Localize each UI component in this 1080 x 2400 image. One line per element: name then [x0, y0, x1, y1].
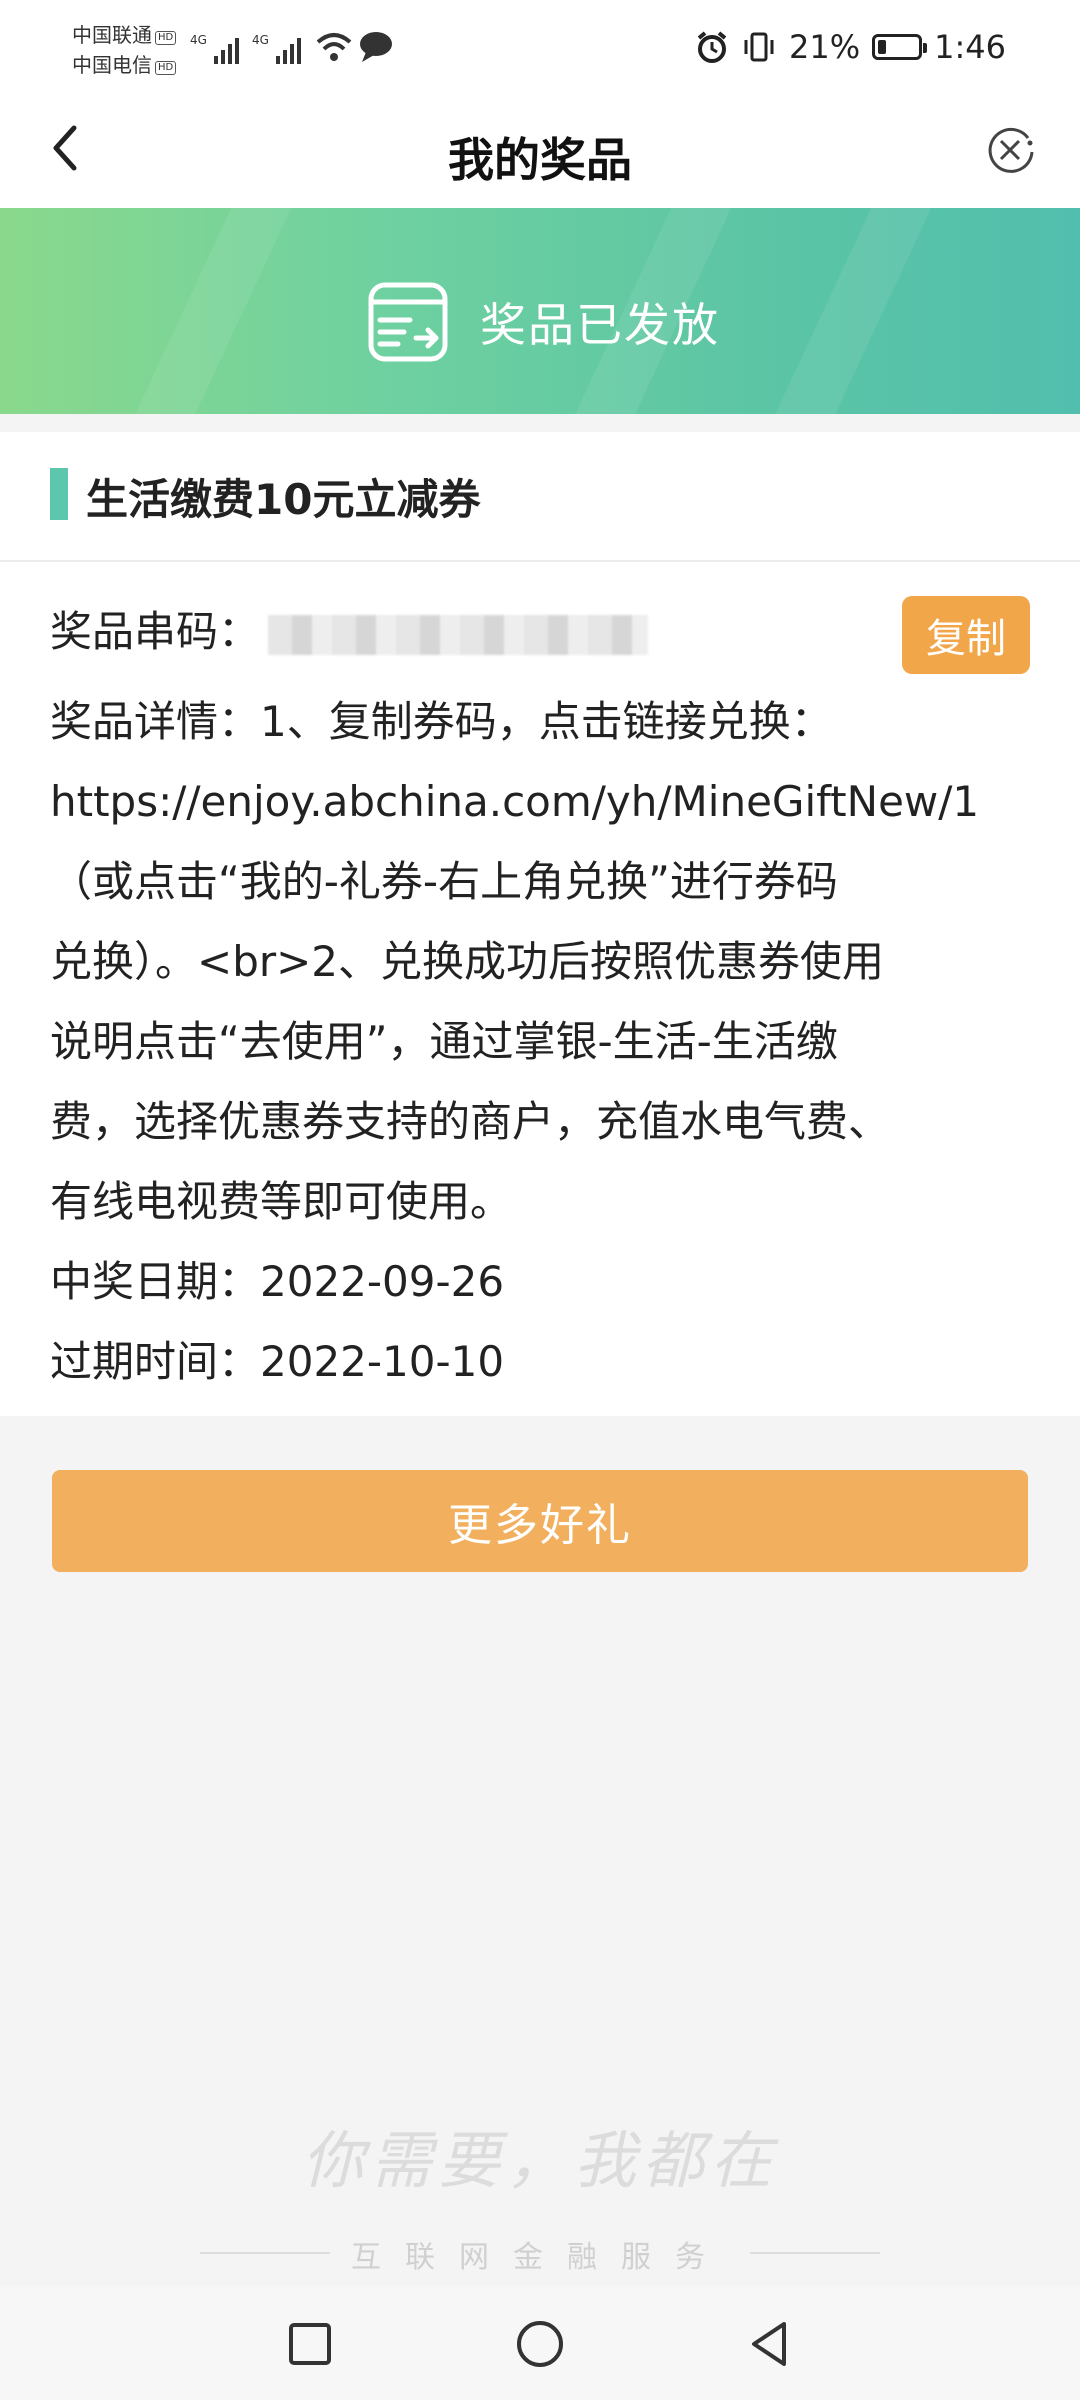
- win-date: 2022-09-26: [260, 1257, 505, 1306]
- serial-code-blurred: [268, 614, 649, 655]
- home-icon[interactable]: [512, 2316, 568, 2372]
- prize-details: 奖品详情：1、复制券码，点击链接兑换： https://enjoy.abchin…: [50, 682, 1060, 1402]
- details-line: 说明点击“去使用”，通过掌银-生活-生活缴: [50, 1017, 838, 1066]
- details-line: （或点击“我的-礼券-右上角兑换”进行券码: [50, 857, 838, 906]
- status-bar: 中国联通 HD 中国电信 HD 4G 4G 21% 1:46: [0, 0, 1080, 96]
- back-triangle-icon[interactable]: [742, 2316, 798, 2372]
- details-line: 费，选择优惠券支持的商户，充值水电气费、: [50, 1097, 891, 1146]
- nav-bar: 我的奖品: [0, 96, 1080, 208]
- expire-date-row: 过期时间：2022-10-10: [50, 1322, 1060, 1402]
- win-date-label: 中奖日期：: [50, 1257, 261, 1306]
- serial-row: 奖品串码：: [50, 606, 649, 658]
- vibrate-icon: [744, 32, 774, 62]
- carrier-1: 中国联通: [72, 23, 152, 47]
- battery-percent: 21%: [789, 28, 861, 66]
- status-banner: 奖品已发放: [0, 208, 1080, 414]
- prize-title-row: 生活缴费10元立减券: [0, 432, 1080, 562]
- system-nav-bar: [0, 2286, 1080, 2400]
- alarm-icon: [697, 31, 727, 63]
- prize-name: 生活缴费10元立减券: [86, 475, 481, 524]
- title-accent-bar: [50, 468, 68, 520]
- details-line: 有线电视费等即可使用。: [50, 1177, 513, 1226]
- signal-icon: 4G: [190, 33, 239, 64]
- win-date-row: 中奖日期：2022-09-26: [50, 1242, 1060, 1322]
- prize-card: 生活缴费10元立减券 奖品串码： 复制 奖品详情：1、复制券码，点击链接兑换： …: [0, 432, 1080, 1416]
- serial-label: 奖品串码：: [50, 607, 261, 656]
- recent-apps-icon[interactable]: [282, 2316, 338, 2372]
- carrier-info: 中国联通 HD 中国电信 HD: [72, 22, 177, 82]
- close-icon[interactable]: [980, 120, 1040, 180]
- carrier-2: 中国电信: [72, 53, 152, 77]
- more-gifts-button[interactable]: 更多好礼: [52, 1470, 1028, 1572]
- battery-fill: [878, 40, 887, 54]
- message-icon: [360, 32, 392, 62]
- banner-text: 奖品已发放: [480, 298, 720, 352]
- footer-tagline: 互联网金融服务: [351, 2240, 729, 2275]
- details-line: 兑换）。<br>2、兑换成功后按照优惠券使用: [50, 937, 885, 986]
- hd-badge: HD: [155, 31, 177, 45]
- hd-badge: HD: [155, 61, 177, 75]
- svg-text:4G: 4G: [190, 33, 207, 47]
- clock: 1:46: [934, 28, 1006, 66]
- expire-date: 2022-10-10: [260, 1337, 505, 1386]
- svg-text:4G: 4G: [252, 33, 269, 47]
- page-title: 我的奖品: [448, 133, 632, 187]
- details-link[interactable]: https://enjoy.abchina.com/yh/MineGiftNew…: [50, 762, 1060, 842]
- details-line: 奖品详情：1、复制券码，点击链接兑换：: [50, 697, 833, 746]
- footer-slogan: 你需要，我都在: [301, 2124, 778, 2197]
- status-right: 21% 1:46: [695, 28, 1006, 66]
- battery-icon: [872, 34, 928, 60]
- copy-button[interactable]: 复制: [902, 596, 1030, 674]
- wifi-icon: [316, 33, 352, 61]
- prize-delivered-icon: [368, 282, 448, 362]
- signal-icon: 4G: [252, 33, 301, 64]
- expire-label: 过期时间：: [50, 1337, 261, 1386]
